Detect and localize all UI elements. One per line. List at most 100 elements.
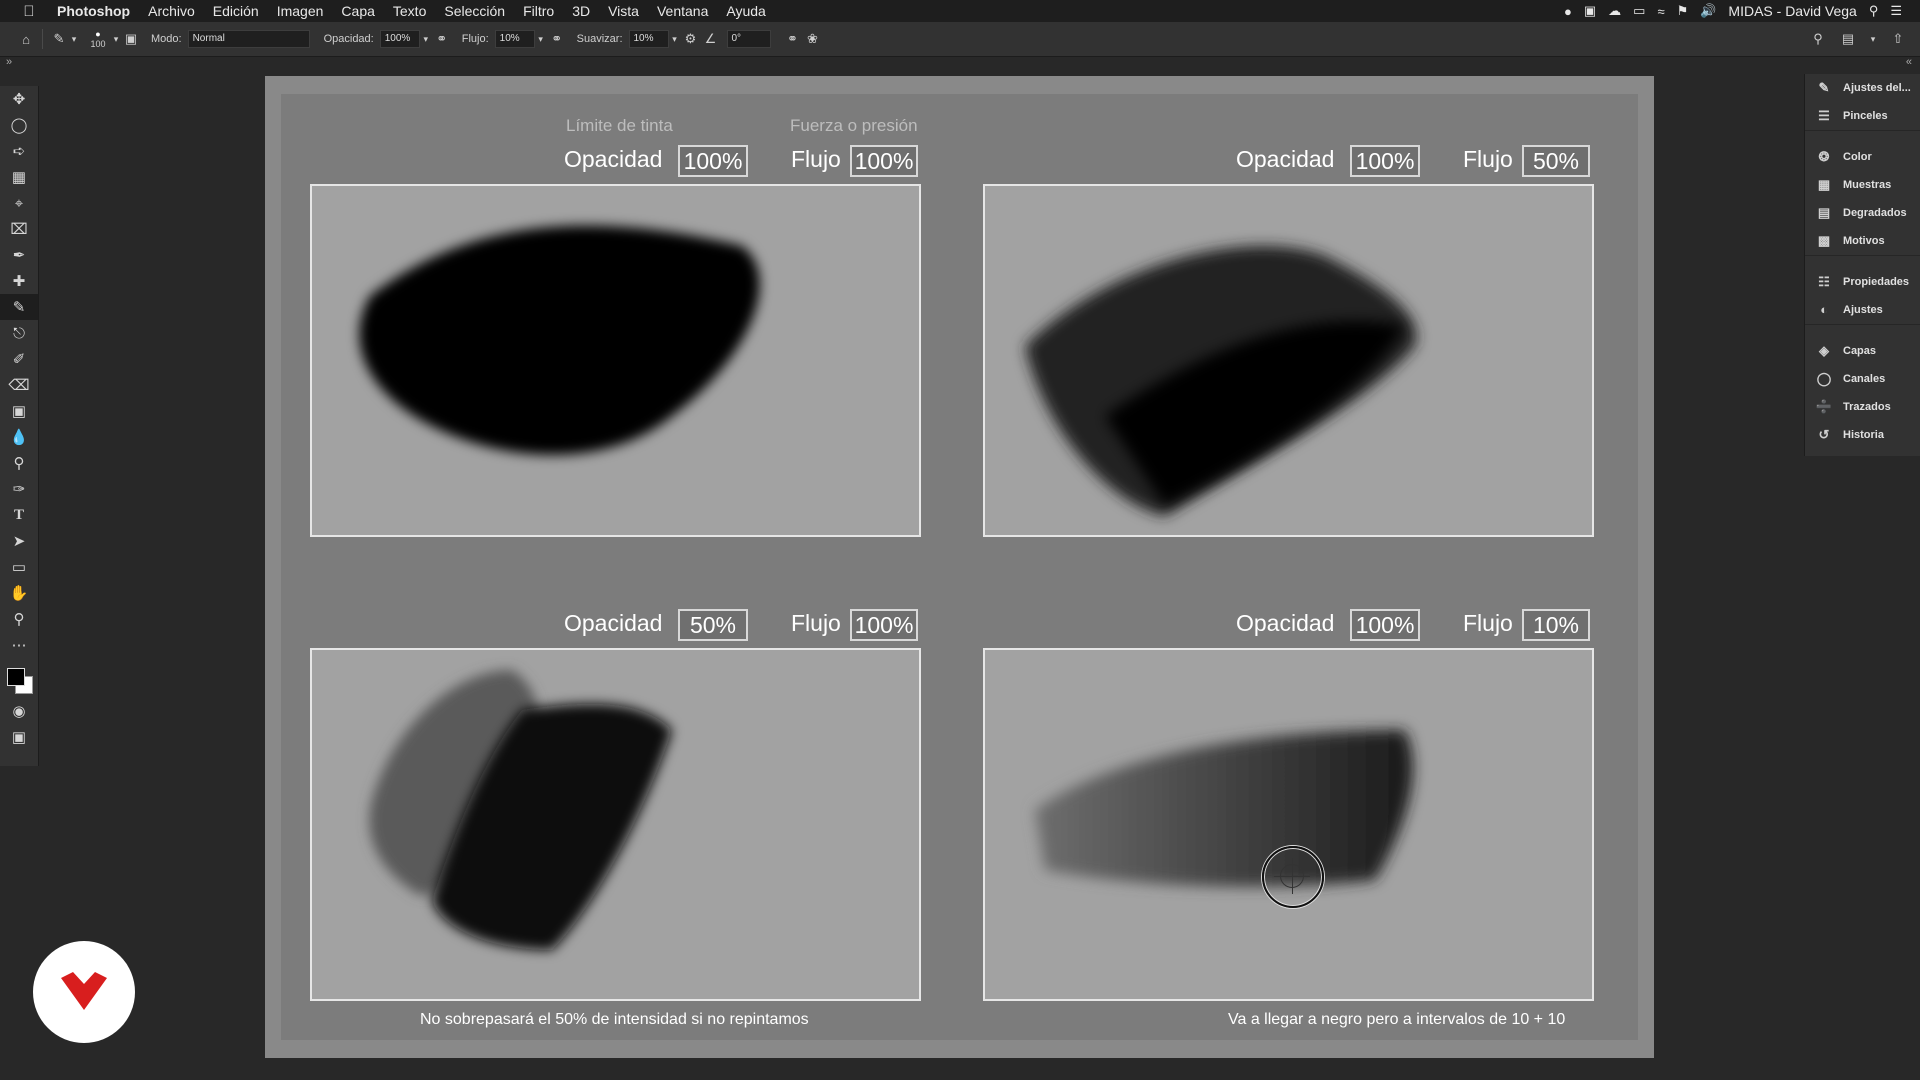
brushes-icon: ☰	[1818, 108, 1830, 123]
user-name[interactable]: MIDAS - David Vega	[1728, 3, 1856, 19]
mode-select[interactable]: Normal	[187, 30, 310, 48]
chevron-down-icon[interactable]: ▾	[69, 29, 79, 49]
spotlight-icon[interactable]: ⚲	[1869, 3, 1879, 19]
panel-label: Trazados	[1843, 401, 1891, 413]
symmetry-icon[interactable]: ❀	[803, 29, 823, 49]
pressure-size-icon[interactable]: ⚭	[783, 29, 803, 49]
workspace-icon[interactable]: ▤	[1838, 29, 1858, 49]
cloud-icon[interactable]: ☁	[1608, 3, 1621, 19]
q1-flow-label: Flujo	[791, 146, 841, 172]
opacity-input[interactable]: 100%	[379, 30, 420, 48]
gear-icon[interactable]: ⚙	[681, 29, 701, 49]
wifi-icon[interactable]: ≈	[1657, 4, 1664, 19]
move-tool-icon[interactable]: ✥	[0, 86, 38, 112]
pen-tool-icon[interactable]: ✑	[0, 476, 38, 502]
screen-mode-icon[interactable]: ▣	[0, 724, 38, 750]
flag-icon[interactable]: ⚑	[1677, 3, 1689, 19]
panel-ajustes-pincel[interactable]: ✎ Ajustes del...	[1805, 74, 1920, 102]
panel-propiedades[interactable]: ☷ Propiedades	[1805, 268, 1920, 296]
pressure-opacity-icon[interactable]: ⚭	[432, 29, 452, 49]
eraser-tool-icon[interactable]: ⌫	[0, 372, 38, 398]
brush-preset-picker[interactable]: ● 100	[85, 29, 111, 49]
dodge-tool-icon[interactable]: ⚲	[0, 450, 38, 476]
patterns-icon: ▩	[1817, 233, 1831, 248]
panel-historia[interactable]: ↺ Historia	[1805, 421, 1920, 449]
control-center-icon[interactable]: ☰	[1890, 3, 1902, 19]
panels-dock: ✎ Ajustes del... ☰ Pinceles ❂ Color ▦ Muestr…	[1804, 74, 1920, 456]
menu-texto[interactable]: Texto	[384, 3, 435, 19]
quick-mask-icon[interactable]: ◉	[0, 698, 38, 724]
smoothing-input[interactable]: 10%	[628, 30, 669, 48]
toolbar-collapse-icon[interactable]: »	[6, 56, 12, 68]
panel-label: Canales	[1843, 373, 1886, 385]
brush-tool-icon[interactable]: ✎	[49, 29, 69, 49]
share-icon[interactable]: ⇧	[1888, 29, 1908, 49]
record-icon[interactable]: ●	[1564, 4, 1572, 19]
flow-input[interactable]: 10%	[494, 30, 535, 48]
panel-color[interactable]: ❂ Color	[1805, 143, 1920, 171]
display-icon[interactable]: ▭	[1633, 3, 1645, 19]
panel-degradados[interactable]: ▤ Degradados	[1805, 199, 1920, 227]
panel-canales[interactable]: ◯ Canales	[1805, 365, 1920, 393]
color-swatches[interactable]	[0, 658, 38, 698]
brush-settings-icon[interactable]: ▣	[121, 29, 141, 49]
menu-ayuda[interactable]: Ayuda	[717, 3, 774, 19]
history-brush-tool-icon[interactable]: ✐	[0, 346, 38, 372]
gradient-tool-icon[interactable]: ▣	[0, 398, 38, 424]
volume-icon[interactable]: 🔊	[1700, 3, 1716, 19]
chevron-down-icon[interactable]: ▾	[1868, 29, 1878, 49]
search-icon[interactable]: ⚲	[1808, 29, 1828, 49]
frame-tool-icon[interactable]: ⌧	[0, 216, 38, 242]
panel-capas[interactable]: ◈ Capas	[1805, 337, 1920, 365]
clone-stamp-tool-icon[interactable]: ⎋	[0, 320, 38, 346]
eyedropper-tool-icon[interactable]: ✒	[0, 242, 38, 268]
rectangle-tool-icon[interactable]: ▭	[0, 554, 38, 580]
brand-logo	[33, 941, 135, 1043]
panel-motivos[interactable]: ▩ Motivos	[1805, 227, 1920, 255]
panel-muestras[interactable]: ▦ Muestras	[1805, 171, 1920, 199]
brush-tool-icon[interactable]: ✎	[0, 294, 38, 320]
crop-tool-icon[interactable]: ⌖	[0, 190, 38, 216]
logo-heart-icon	[61, 972, 107, 1010]
menu-imagen[interactable]: Imagen	[268, 3, 333, 19]
apple-icon[interactable]: 	[18, 3, 40, 20]
more-tools-icon[interactable]: ⋯	[0, 632, 38, 658]
chevron-down-icon[interactable]: ▾	[535, 29, 547, 49]
menu-ventana[interactable]: Ventana	[648, 3, 717, 19]
chevron-down-icon[interactable]: ▾	[420, 29, 432, 49]
artboard: Límite de tinta Fuerza o presión Opacida…	[281, 94, 1638, 1040]
path-selection-tool-icon[interactable]: ➤	[0, 528, 38, 554]
menu-vista[interactable]: Vista	[599, 3, 648, 19]
q1-opacity-label: Opacidad	[564, 146, 663, 172]
lasso-tool-icon[interactable]: ➪	[0, 138, 38, 164]
home-icon[interactable]: ⌂	[16, 29, 36, 49]
blur-tool-icon[interactable]: 💧	[0, 424, 38, 450]
panel-trazados[interactable]: ➗ Trazados	[1805, 393, 1920, 421]
menu-archivo[interactable]: Archivo	[139, 3, 204, 19]
angle-icon: ∠	[704, 31, 717, 46]
chevron-down-icon[interactable]: ▾	[111, 29, 121, 49]
document-canvas[interactable]: Límite de tinta Fuerza o presión Opacida…	[265, 76, 1654, 1058]
angle-input[interactable]: 0°	[726, 30, 771, 48]
menu-filtro[interactable]: Filtro	[514, 3, 563, 19]
menu-edicion[interactable]: Edición	[204, 3, 268, 19]
zoom-tool-icon[interactable]: ⚲	[0, 606, 38, 632]
screen-share-icon[interactable]: ▣	[1584, 3, 1596, 19]
healing-brush-tool-icon[interactable]: ✚	[0, 268, 38, 294]
menu-app-name[interactable]: Photoshop	[48, 3, 139, 19]
hand-tool-icon[interactable]: ✋	[0, 580, 38, 606]
menu-seleccion[interactable]: Selección	[435, 3, 514, 19]
panel-ajustes[interactable]: ◐ Ajustes	[1805, 296, 1920, 324]
foreground-color-swatch[interactable]	[7, 668, 25, 686]
q3-opacity-label: Opacidad	[564, 610, 663, 636]
panel-pinceles[interactable]: ☰ Pinceles	[1805, 102, 1920, 130]
menu-3d[interactable]: 3D	[563, 3, 599, 19]
airbrush-icon[interactable]: ⚭	[547, 29, 567, 49]
panels-collapse-icon[interactable]: «	[1906, 56, 1912, 68]
q3-opacity-value: 50%	[678, 609, 748, 641]
type-tool-icon[interactable]: T	[0, 502, 38, 528]
chevron-down-icon[interactable]: ▾	[669, 29, 681, 49]
marquee-tool-icon[interactable]: ◯	[0, 112, 38, 138]
object-selection-tool-icon[interactable]: ▦	[0, 164, 38, 190]
menu-capa[interactable]: Capa	[332, 3, 383, 19]
